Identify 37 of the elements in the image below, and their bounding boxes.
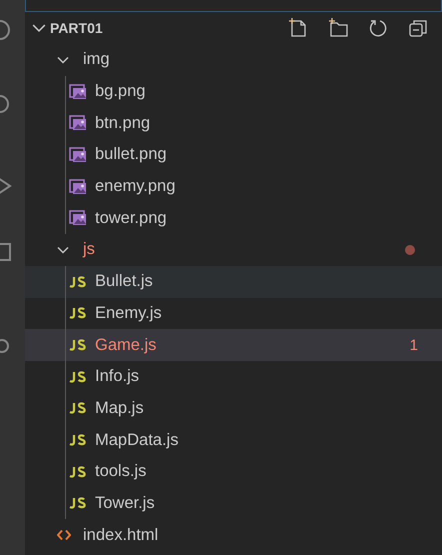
file-row[interactable]: Bullet.js	[25, 266, 442, 298]
file-row[interactable]: btn.png	[25, 107, 442, 140]
js-file-icon	[69, 434, 86, 446]
file-row[interactable]: index.html	[25, 519, 442, 551]
file-row[interactable]: Map.js	[25, 392, 442, 424]
image-file-icon	[69, 146, 87, 163]
folder-title[interactable]: PART01	[50, 20, 103, 36]
new-folder-icon[interactable]	[328, 18, 348, 38]
file-row[interactable]: bullet.png	[25, 139, 442, 171]
file-row[interactable]: tower.png	[25, 202, 442, 234]
file-row[interactable]: MapData.js	[25, 424, 442, 456]
js-file-icon	[69, 466, 86, 478]
js-file-icon	[69, 402, 86, 414]
js-file-icon	[69, 339, 86, 352]
js-file-icon	[69, 497, 86, 510]
collapse-all-icon[interactable]	[408, 18, 428, 38]
image-file-icon	[69, 115, 87, 132]
file-row[interactable]: Game.js 1	[25, 329, 442, 361]
file-row[interactable]: enemy.png	[25, 170, 442, 202]
problem-count: 1	[410, 336, 418, 354]
new-file-icon[interactable]	[288, 18, 308, 38]
file-row[interactable]: Info.js	[25, 360, 442, 393]
js-file-icon	[69, 370, 86, 383]
file-row[interactable]: bg.png	[25, 76, 442, 108]
js-file-icon	[69, 307, 86, 320]
folder-row[interactable]: js	[25, 234, 442, 266]
image-file-icon	[69, 84, 87, 100]
image-file-icon	[69, 178, 87, 195]
error-dot	[405, 244, 415, 255]
code-brackets-icon	[57, 529, 71, 542]
file-row[interactable]: Enemy.js	[25, 298, 442, 330]
file-row[interactable]: tools.js	[25, 456, 442, 488]
folder-row[interactable]: img	[25, 44, 442, 76]
js-file-icon	[69, 276, 86, 288]
image-file-icon	[69, 210, 87, 226]
refresh-icon[interactable]	[368, 18, 388, 38]
file-row[interactable]: Tower.js	[25, 488, 442, 520]
